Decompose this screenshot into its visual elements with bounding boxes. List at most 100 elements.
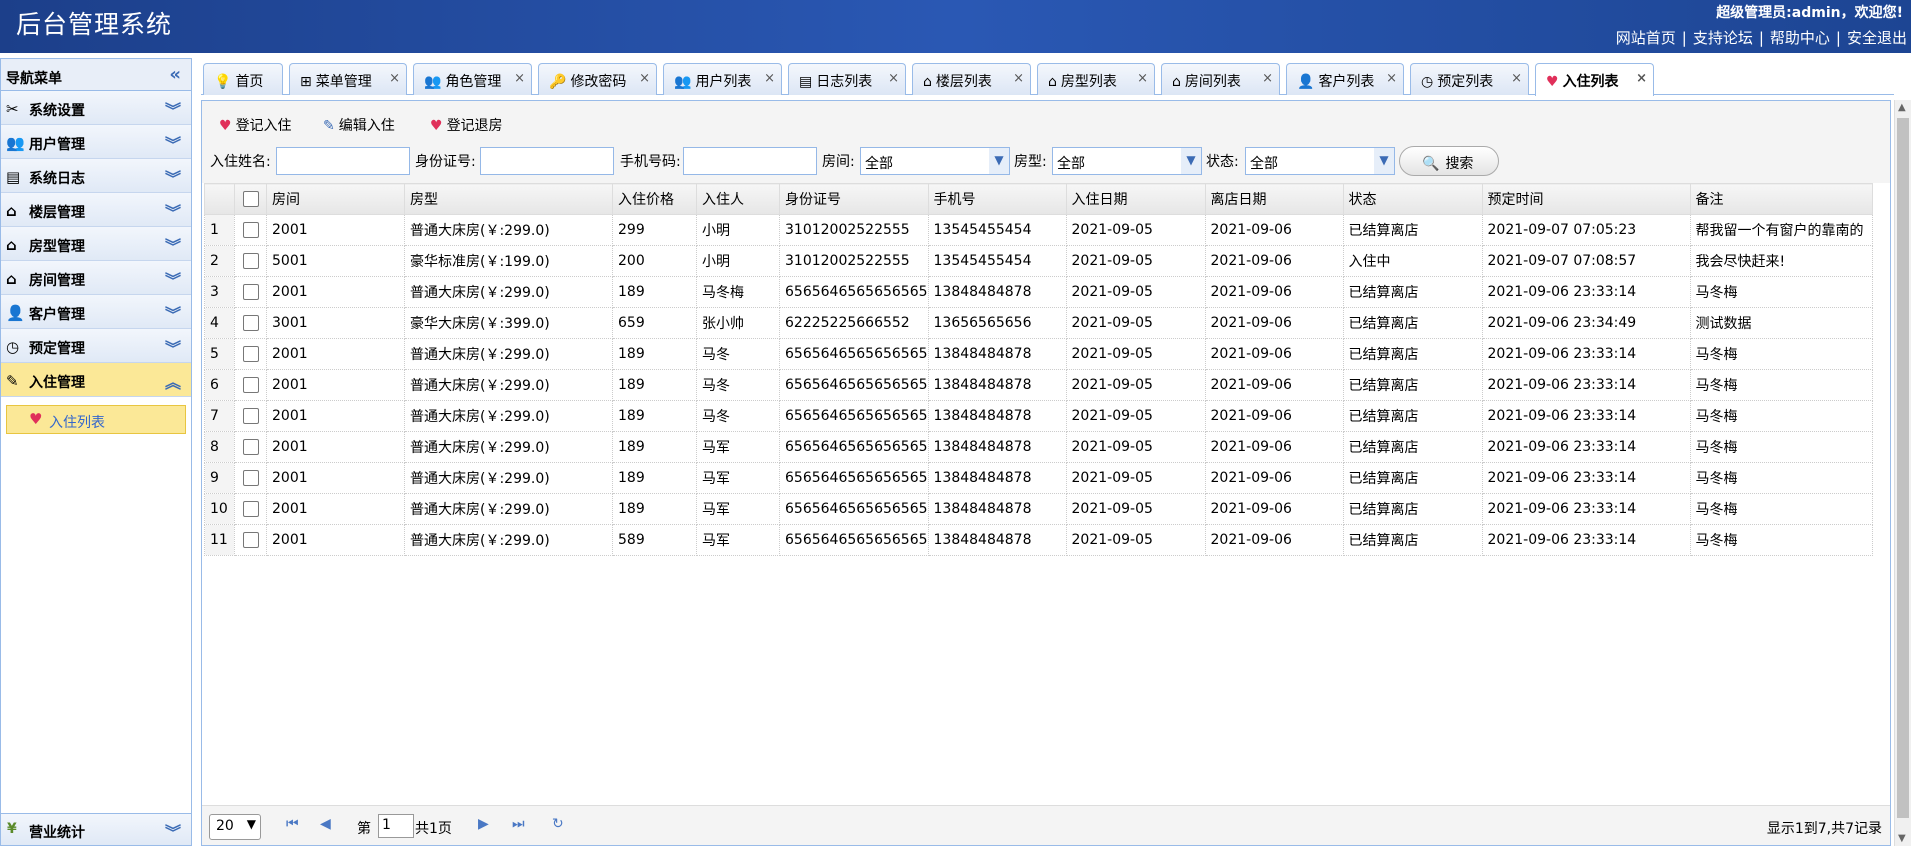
edit-checkin-button[interactable]: ✎ 编辑入住 (323, 115, 395, 135)
row-checkbox[interactable] (243, 377, 259, 393)
sidebar-item-room-management[interactable]: ⌂ 房间管理 ︾ (1, 261, 191, 295)
table-row[interactable]: 9 2001 普通大床房(￥:299.0) 189 马军 65656465656… (204, 462, 1873, 494)
table-row[interactable]: 8 2001 普通大床房(￥:299.0) 189 马军 65656465656… (204, 431, 1873, 463)
cell-idcard: 6565646565656565 (779, 369, 929, 401)
scroll-down-icon[interactable]: ▼ (1898, 833, 1906, 844)
close-icon[interactable]: × (389, 71, 400, 86)
table-row[interactable]: 10 2001 普通大床房(￥:299.0) 189 马军 6565646565… (204, 493, 1873, 525)
add-checkin-button[interactable]: ♥ 登记入住 (219, 115, 292, 135)
name-input[interactable] (276, 147, 410, 175)
table-row[interactable]: 5 2001 普通大床房(￥:299.0) 189 马冬 65656465656… (204, 338, 1873, 370)
table-row[interactable]: 1 2001 普通大床房(￥:299.0) 299 小明 31012002522… (204, 214, 1873, 246)
column-header[interactable]: 入住人 (696, 183, 780, 215)
roomtype-select[interactable]: 全部 ▼ (1052, 147, 1202, 175)
log-icon: ▤ (6, 168, 21, 186)
select-all-checkbox[interactable] (243, 191, 259, 207)
column-header[interactable]: 入住价格 (612, 183, 697, 215)
tab-log-list[interactable]: ▤ 日志列表 × (788, 63, 906, 95)
column-header[interactable]: 房间 (266, 183, 405, 215)
close-icon[interactable]: × (764, 71, 775, 86)
table-row[interactable]: 2 5001 豪华标准房(￥:199.0) 200 小明 31012002522… (204, 245, 1873, 277)
cell-remark: 马冬梅 (1689, 462, 1873, 494)
row-checkbox[interactable] (243, 439, 259, 455)
column-header[interactable]: 手机号 (927, 183, 1067, 215)
sidebar-item-system-settings[interactable]: ✂ 系统设置 ︾ (1, 91, 191, 125)
cell-remark: 我会尽快赶来! (1689, 245, 1873, 277)
first-page-icon[interactable]: ⏮ (286, 816, 299, 832)
tab-home[interactable]: 💡 首页 (203, 63, 283, 95)
prev-page-icon[interactable]: ◀ (320, 816, 331, 832)
row-checkbox[interactable] (243, 532, 259, 548)
table-row[interactable]: 3 2001 普通大床房(￥:299.0) 189 马冬梅 6565646565… (204, 276, 1873, 308)
tab-checkin-list[interactable]: ♥ 入住列表 × (1535, 63, 1654, 96)
sidebar-subitem-checkin-list[interactable]: ♥ 入住列表 (6, 405, 186, 434)
close-icon[interactable]: × (1386, 71, 1397, 86)
next-page-icon[interactable]: ▶ (478, 816, 489, 832)
row-checkbox[interactable] (243, 501, 259, 517)
room-select[interactable]: 全部 ▼ (860, 147, 1010, 175)
last-page-icon[interactable]: ⏭ (512, 816, 525, 832)
phone-input[interactable] (683, 147, 817, 175)
tab-floor-list[interactable]: ⌂ 楼层列表 × (912, 63, 1031, 95)
sidebar-item-revenue-stats[interactable]: ¥ 营业统计 ︾ (1, 813, 191, 845)
row-checkbox[interactable] (243, 315, 259, 331)
close-icon[interactable]: × (514, 71, 525, 86)
link-forum[interactable]: 支持论坛 (1693, 29, 1753, 47)
chevron-down-icon: ▼ (1181, 148, 1201, 174)
row-checkbox[interactable] (243, 253, 259, 269)
column-header[interactable]: 身份证号 (779, 183, 929, 215)
sidebar-item-checkin-management[interactable]: ✎ 入住管理 ︽ (1, 363, 191, 397)
tab-customer-list[interactable]: 👤 客户列表 × (1286, 63, 1404, 95)
tab-room-list[interactable]: ⌂ 房间列表 × (1161, 63, 1280, 95)
page-size-select[interactable]: 20 ▼ (209, 814, 261, 840)
row-checkbox[interactable] (243, 222, 259, 238)
sidebar-item-user-management[interactable]: 👥 用户管理 ︾ (1, 125, 191, 159)
vertical-scrollbar[interactable]: ▲ ▼ (1894, 100, 1911, 846)
row-checkbox[interactable] (243, 408, 259, 424)
close-icon[interactable]: × (888, 71, 899, 86)
tab-menu-management[interactable]: ⊞ 菜单管理 × (289, 63, 407, 95)
cell-guest: 马冬 (696, 369, 780, 401)
sidebar-item-customer-management[interactable]: 👤 客户管理 ︾ (1, 295, 191, 329)
idcard-input[interactable] (480, 147, 614, 175)
table-row[interactable]: 4 3001 豪华大床房(￥:399.0) 659 张小帅 6222522566… (204, 307, 1873, 339)
tab-booking-list[interactable]: ◷ 预定列表 × (1410, 63, 1529, 95)
close-icon[interactable]: × (639, 71, 650, 86)
tab-roomtype-list[interactable]: ⌂ 房型列表 × (1037, 63, 1155, 95)
close-icon[interactable]: × (1013, 71, 1024, 86)
scroll-up-icon[interactable]: ▲ (1898, 102, 1906, 113)
table-row[interactable]: 7 2001 普通大床房(￥:299.0) 189 马冬 65656465656… (204, 400, 1873, 432)
close-icon[interactable]: × (1636, 71, 1647, 86)
tab-role-management[interactable]: 👥 角色管理 × (413, 63, 532, 95)
sidebar-item-system-log[interactable]: ▤ 系统日志 ︾ (1, 159, 191, 193)
status-select[interactable]: 全部 ▼ (1245, 147, 1395, 175)
row-checkbox[interactable] (243, 346, 259, 362)
column-header[interactable]: 房型 (404, 183, 613, 215)
page-number-input[interactable]: 1 (378, 814, 414, 838)
tab-user-list[interactable]: 👥 用户列表 × (663, 63, 782, 95)
column-header[interactable]: 备注 (1689, 183, 1873, 215)
row-checkbox[interactable] (243, 470, 259, 486)
sidebar-item-roomtype-management[interactable]: ⌂ 房型管理 ︾ (1, 227, 191, 261)
column-header[interactable]: 状态 (1342, 183, 1483, 215)
collapse-sidebar-icon[interactable]: « (169, 64, 181, 85)
row-checkbox[interactable] (243, 284, 259, 300)
column-header[interactable]: 离店日期 (1204, 183, 1344, 215)
table-row[interactable]: 11 2001 普通大床房(￥:299.0) 589 马军 6565646565… (204, 524, 1873, 556)
column-header[interactable]: 入住日期 (1065, 183, 1206, 215)
refresh-icon[interactable]: ↻ (552, 816, 564, 832)
link-home[interactable]: 网站首页 (1616, 29, 1676, 47)
column-header[interactable]: 预定时间 (1481, 183, 1691, 215)
close-icon[interactable]: × (1511, 71, 1522, 86)
scrollbar-thumb[interactable] (1897, 118, 1909, 818)
link-help[interactable]: 帮助中心 (1770, 29, 1830, 47)
close-icon[interactable]: × (1137, 71, 1148, 86)
link-logout[interactable]: 安全退出 (1847, 29, 1907, 47)
checkout-button[interactable]: ♥ 登记退房 (430, 115, 503, 135)
sidebar-item-floor-management[interactable]: ⌂ 楼层管理 ︾ (1, 193, 191, 227)
sidebar-item-booking-management[interactable]: ◷ 预定管理 ︾ (1, 329, 191, 363)
close-icon[interactable]: × (1262, 71, 1273, 86)
search-button[interactable]: 🔍 搜索 (1399, 146, 1499, 176)
tab-change-password[interactable]: 🔑 修改密码 × (538, 63, 657, 95)
table-row[interactable]: 6 2001 普通大床房(￥:299.0) 189 马冬 65656465656… (204, 369, 1873, 401)
